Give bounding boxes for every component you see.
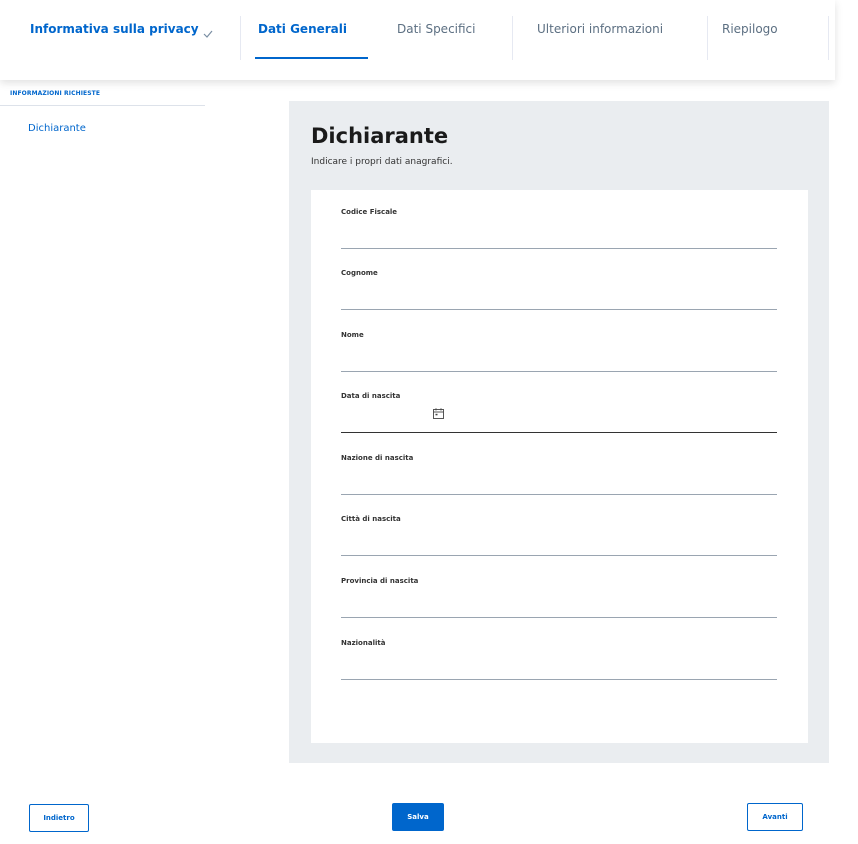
- check-icon: [203, 30, 213, 38]
- page-subtitle: Indicare i propri dati anagrafici.: [311, 157, 453, 167]
- page-title: Dichiarante: [311, 124, 449, 148]
- field-label: Città di nascita: [341, 515, 401, 523]
- step-label: Dati Generali: [258, 22, 347, 36]
- sidebar-divider: [0, 105, 205, 106]
- stepper-nav: Informativa sulla privacy Dati Generali …: [0, 0, 858, 80]
- codice-fiscale-field[interactable]: Codice Fiscale: [341, 208, 777, 249]
- nazionalita-field[interactable]: Nazionalità: [341, 639, 777, 680]
- back-button[interactable]: Indietro: [29, 804, 89, 832]
- step-label: Dati Specifici: [397, 22, 476, 36]
- step-divider: [828, 16, 829, 60]
- field-label: Codice Fiscale: [341, 208, 398, 216]
- step-riepilogo[interactable]: Riepilogo: [722, 22, 778, 58]
- step-dati-specifici[interactable]: Dati Specifici: [397, 22, 476, 58]
- sidebar-heading: INFORMAZIONI RICHIESTE: [10, 90, 101, 97]
- step-divider: [240, 16, 241, 60]
- field-label: Nazione di nascita: [341, 454, 414, 462]
- field-label: Cognome: [341, 269, 378, 277]
- step-label: Informativa sulla privacy: [30, 22, 199, 36]
- provincia-di-nascita-field[interactable]: Provincia di nascita: [341, 577, 777, 618]
- next-button[interactable]: Avanti: [747, 803, 803, 831]
- step-divider: [512, 16, 513, 60]
- calendar-icon[interactable]: [433, 408, 444, 419]
- step-divider: [707, 16, 708, 60]
- sidebar-item-dichiarante[interactable]: Dichiarante: [28, 123, 86, 134]
- nome-field[interactable]: Nome: [341, 331, 777, 372]
- data-di-nascita-field[interactable]: Data di nascita: [341, 392, 777, 433]
- step-privacy[interactable]: Informativa sulla privacy: [30, 22, 199, 58]
- active-step-underline: [255, 57, 368, 59]
- field-label: Nome: [341, 331, 364, 339]
- step-dati-generali[interactable]: Dati Generali: [258, 22, 347, 58]
- citta-di-nascita-field[interactable]: Città di nascita: [341, 515, 777, 556]
- save-button[interactable]: Salva: [392, 803, 444, 831]
- field-label: Nazionalità: [341, 639, 386, 647]
- step-label: Ulteriori informazioni: [537, 22, 664, 36]
- cognome-field[interactable]: Cognome: [341, 269, 777, 310]
- field-label: Provincia di nascita: [341, 577, 419, 585]
- field-label: Data di nascita: [341, 392, 401, 400]
- step-ulteriori-informazioni[interactable]: Ulteriori informazioni: [537, 22, 663, 58]
- step-label: Riepilogo: [722, 22, 778, 36]
- nazione-di-nascita-field[interactable]: Nazione di nascita: [341, 454, 777, 495]
